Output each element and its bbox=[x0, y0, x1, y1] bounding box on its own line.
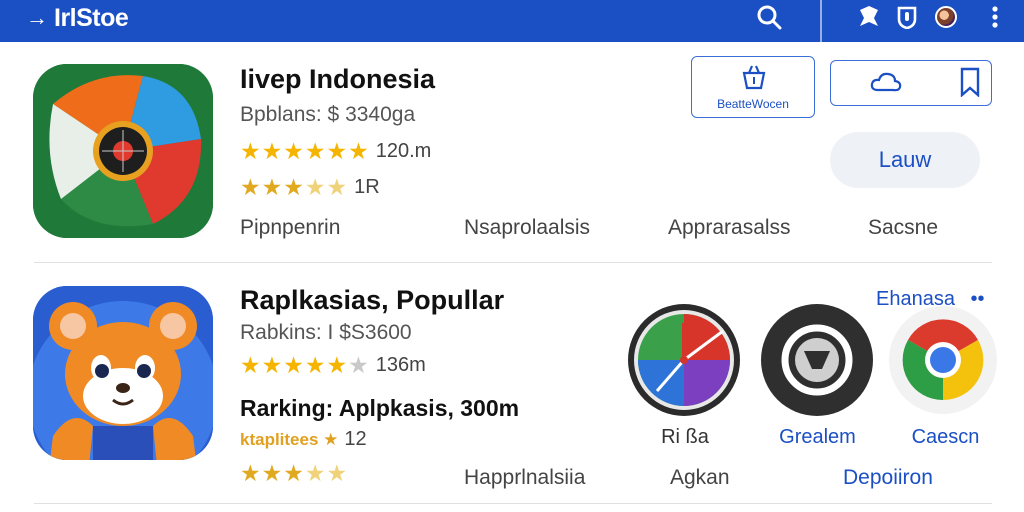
featured-app-subtitle: Bpblans: $ 3340ga bbox=[240, 103, 416, 126]
section-divider bbox=[34, 503, 992, 504]
popular-app-secondary-rating: ★★★★★ bbox=[240, 460, 348, 487]
search-icon[interactable] bbox=[754, 2, 784, 32]
category-link[interactable]: Apprarasalss bbox=[668, 216, 791, 240]
related-app-label[interactable]: Caescn bbox=[898, 426, 993, 449]
popular-app-title[interactable]: Raplkasias, Popullar bbox=[240, 285, 504, 316]
more-vert-icon[interactable] bbox=[980, 2, 1010, 32]
featured-app-rating: ★★★★★★ 120.m bbox=[240, 138, 431, 165]
secondary-rating-count: 1R bbox=[354, 176, 380, 198]
featured-app-secondary-rating: ★★★★★ 1R bbox=[240, 174, 380, 201]
rating-stars-icon: ★★★★★ bbox=[240, 174, 349, 200]
toolbar-divider bbox=[820, 0, 822, 42]
ranking-sub-label: ktaplitees ★ bbox=[240, 429, 339, 449]
store-name: IrlStoe bbox=[54, 3, 129, 32]
related-app-icon-compass[interactable] bbox=[627, 303, 741, 417]
category-link[interactable]: Pipnpenrin bbox=[240, 216, 340, 240]
store-brand[interactable]: → IrlStoe bbox=[26, 3, 129, 33]
related-app-label[interactable]: Grealem bbox=[770, 426, 865, 449]
popular-app-rating: ★★★★★★ 136m bbox=[240, 352, 426, 379]
arrow-right-icon: → bbox=[26, 5, 48, 30]
category-link[interactable]: Happrlnalsiia bbox=[464, 466, 585, 490]
cloud-icon bbox=[870, 72, 902, 92]
shield-icon[interactable] bbox=[892, 2, 922, 32]
related-app-icon-browser[interactable] bbox=[888, 305, 998, 415]
related-app-icon-ring[interactable] bbox=[760, 303, 874, 417]
beatte-button-label: BeatteWocen bbox=[717, 97, 789, 111]
ranking-text: Rarking: Aplpkasis, 300m bbox=[240, 395, 520, 421]
top-app-bar: → IrlStoe bbox=[0, 0, 1024, 42]
category-link[interactable]: Depoiiron bbox=[843, 466, 933, 490]
section-divider bbox=[34, 262, 992, 263]
rating-count: 120.m bbox=[375, 140, 432, 162]
pin-icon[interactable] bbox=[854, 2, 884, 32]
see-more-suffix: •• bbox=[970, 288, 985, 310]
category-link[interactable]: Sacsne bbox=[868, 216, 938, 240]
bookmark-icon bbox=[960, 67, 980, 97]
ranking-sub-row: ktaplitees ★ 12 bbox=[240, 428, 367, 451]
popular-app-icon[interactable] bbox=[33, 286, 213, 460]
rating-stars-icon: ★★★★★★ bbox=[240, 138, 370, 164]
beatte-button[interactable]: BeatteWocen bbox=[691, 56, 815, 118]
featured-app-icon[interactable] bbox=[33, 64, 213, 238]
ranking-sub-count: 12 bbox=[344, 428, 367, 450]
category-link[interactable]: Agkan bbox=[670, 466, 730, 490]
rating-stars-icon: ★★★★★★ bbox=[240, 352, 370, 378]
wishlist-button[interactable] bbox=[830, 60, 992, 106]
launch-button[interactable]: Lauw bbox=[830, 132, 980, 188]
category-link[interactable]: Nsaprolaalsis bbox=[464, 216, 590, 240]
related-app-label[interactable]: Ri ßa bbox=[655, 426, 715, 449]
rating-count: 136m bbox=[375, 354, 426, 376]
basket-icon bbox=[742, 65, 766, 90]
rating-stars-icon: ★★★★★ bbox=[240, 460, 349, 486]
featured-app-title[interactable]: Iivep Indonesia bbox=[240, 64, 435, 95]
avatar[interactable] bbox=[931, 2, 961, 32]
popular-app-subtitle: Rabkins: I $S3600 bbox=[240, 321, 412, 344]
